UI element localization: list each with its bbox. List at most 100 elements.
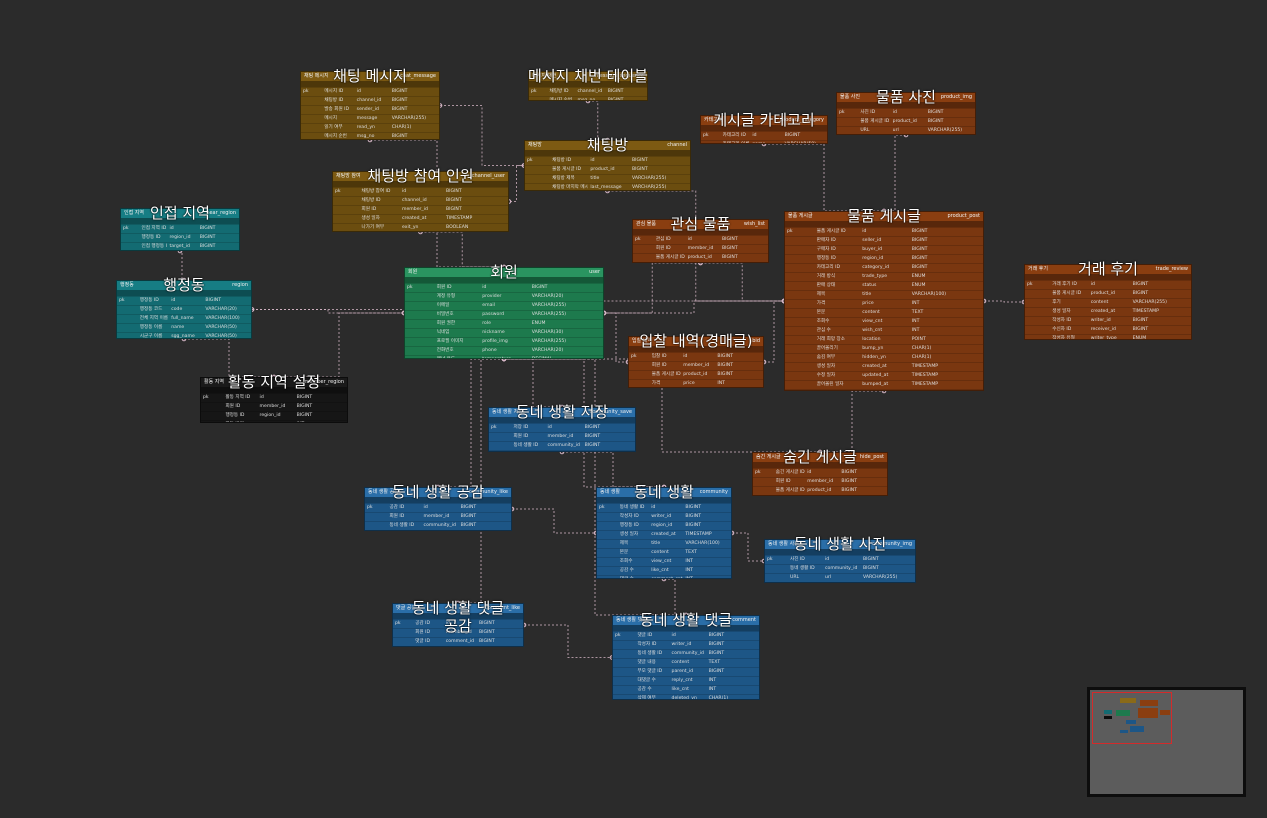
table-row[interactable]: 회원 권한 role ENUM: [405, 319, 603, 328]
table-row[interactable]: 회원 ID member_id BIGINT: [333, 205, 508, 214]
table-community[interactable]: 동네 생활 community pk 동네 생활 ID id BIGINT 작성자 ID wr…: [596, 487, 732, 579]
table-bid[interactable]: 입찰 내역 bid pk 입찰 ID id BIGINT 회원 ID member_id BIG…: [628, 336, 764, 388]
table-header[interactable]: 채팅 메시지 chat_message: [301, 72, 439, 81]
table-row[interactable]: 행정동 이름 name VARCHAR(50): [117, 323, 251, 332]
table-row[interactable]: 본문 content TEXT: [597, 548, 731, 557]
table-header[interactable]: 카테고리 product_category: [701, 116, 827, 125]
table-row[interactable]: 숨김 여부 hidden_yn CHAR(1): [785, 353, 983, 362]
table-header[interactable]: 인접 지역 near_region: [121, 209, 239, 218]
table-row[interactable]: 발송 회원 ID sender_id BIGINT: [301, 105, 439, 114]
table-row[interactable]: URL url VARCHAR(255): [765, 573, 915, 582]
table-row[interactable]: 생성 일자created_atTIMESTAMP: [489, 450, 635, 451]
table-row[interactable]: 생성 일자created_atTIMESTAMP: [785, 362, 983, 371]
table-row[interactable]: pk 사진 ID id BIGINT: [837, 108, 975, 117]
table-row[interactable]: 생성 일자created_atTIMESTAMP: [333, 214, 508, 223]
table-row[interactable]: 삭제 여부deleted_ynCHAR(1): [785, 389, 983, 390]
table-header[interactable]: 관심 물품 wish_list: [633, 220, 768, 229]
table-header[interactable]: 동네 생활 사진 community_img: [765, 540, 915, 549]
table-row[interactable]: pk 공감 ID id BIGINT: [393, 619, 523, 628]
table-row[interactable]: 채팅방 제목 title VARCHAR(255): [525, 174, 690, 183]
relationship-link[interactable]: [984, 300, 1024, 303]
table-row[interactable]: pk 공감 ID id BIGINT: [365, 503, 511, 512]
relationship-link[interactable]: [512, 508, 596, 534]
table-row[interactable]: 동네 생활 ID community_id BIGINT: [489, 441, 635, 450]
table-row[interactable]: 후기 content VARCHAR(255): [1025, 298, 1191, 307]
table-row[interactable]: 물품 게시글 ID product_id BIGINT: [1025, 289, 1191, 298]
table-region[interactable]: 행정동 region pk 행정동 ID id BIGINT 행정동 코드 code VARCH…: [116, 280, 252, 339]
table-row[interactable]: 행정동 코드 code VARCHAR(20): [117, 305, 251, 314]
table-row[interactable]: 전화번호 phone VARCHAR(20): [405, 346, 603, 355]
table-row[interactable]: 계정 유형 provider VARCHAR(20): [405, 292, 603, 301]
table-header[interactable]: 댓글 공감 comment_like: [393, 604, 523, 613]
table-row[interactable]: pk 카테고리 ID id BIGINT: [701, 131, 827, 140]
table-row[interactable]: pk 회원 ID id BIGINT: [405, 283, 603, 292]
relationship-link[interactable]: [252, 309, 404, 314]
table-row[interactable]: pk 저장 ID id BIGINT: [489, 423, 635, 432]
table-community-save[interactable]: 동네 생활 저장 community_save pk 저장 ID id BIGINT 회원 …: [488, 407, 636, 452]
table-row[interactable]: 생성 일자created_atTIMESTAMP: [597, 530, 731, 539]
table-row[interactable]: 매너 온도temperatureDECIMAL: [405, 355, 603, 358]
table-row[interactable]: 가격 price INT: [785, 299, 983, 308]
table-row[interactable]: 활동 범위rangeINT: [201, 420, 347, 422]
table-row[interactable]: 가격 price INT: [629, 379, 763, 387]
relationship-link[interactable]: [562, 451, 664, 488]
table-header[interactable]: 동네 생활 저장 community_save: [489, 408, 635, 417]
table-row[interactable]: 생성 일자created_atTIMESTAMP: [765, 582, 915, 583]
table-header[interactable]: 동네 생활 댓글 comment: [613, 616, 759, 625]
relationship-link[interactable]: [884, 134, 906, 212]
relationship-link[interactable]: [274, 312, 404, 378]
table-row[interactable]: 회원 ID member_id BIGINT: [489, 432, 635, 441]
table-row[interactable]: 끌어올린 일자 bumped_at TIMESTAMP: [785, 380, 983, 389]
table-row[interactable]: 회원 ID member_id BIGINT: [201, 402, 347, 411]
table-row[interactable]: 제목 title VARCHAR(100): [597, 539, 731, 548]
table-row[interactable]: 동네 생활 ID community_id BIGINT: [365, 521, 511, 530]
table-header[interactable]: 동네 생활 community: [597, 488, 731, 497]
table-row[interactable]: 수정 일자 updated_at TIMESTAMP: [785, 371, 983, 380]
relationship-link[interactable]: [820, 390, 884, 453]
table-row[interactable]: 회원 ID member_id BIGINT: [365, 512, 511, 521]
relationship-link[interactable]: [588, 100, 608, 141]
table-row[interactable]: pk 물품 게시글 ID id BIGINT: [785, 227, 983, 236]
table-row[interactable]: pk 숨긴 게시글 ID id BIGINT: [753, 468, 887, 477]
table-header[interactable]: 거래 후기 trade_review: [1025, 265, 1191, 274]
table-row[interactable]: 생성 일자created_atTIMESTAMP: [633, 262, 768, 263]
table-row[interactable]: 메시지 순번 msg_no BIGINT: [301, 132, 439, 139]
relationship-link[interactable]: [184, 338, 274, 378]
table-row[interactable]: pk 댓글 ID id BIGINT: [613, 631, 759, 640]
table-header[interactable]: 행정동 region: [117, 281, 251, 290]
table-header[interactable]: 물품 게시글 product_post: [785, 212, 983, 221]
table-row[interactable]: 작성자 ID writer_id BIGINT: [597, 512, 731, 521]
table-row[interactable]: 회원 ID member_id BIGINT: [393, 628, 523, 637]
table-header[interactable]: 채팅방 channel: [525, 141, 690, 150]
table-row[interactable]: 메시지 message VARCHAR(255): [301, 114, 439, 123]
table-channel[interactable]: 채팅방 channel pk 채팅방 ID id BIGINT 물품 게시글 ID produ…: [524, 140, 691, 191]
table-row[interactable]: 닉네임 nickname VARCHAR(30): [405, 328, 603, 337]
table-row[interactable]: 생성 일자created_atTIMESTAMP: [393, 646, 523, 647]
table-row[interactable]: 물품 게시글 ID product_id BIGINT: [753, 486, 887, 495]
table-row[interactable]: URL url VARCHAR(255): [837, 126, 975, 134]
table-row[interactable]: 나가기 여부 exit_yn BOOLEAN: [333, 223, 508, 231]
table-row[interactable]: pk 채팅방 참여 ID id BIGINT: [333, 187, 508, 196]
table-row[interactable]: pk 인접 지역 ID id BIGINT: [121, 224, 239, 233]
table-row[interactable]: pk 거래 후기 ID id BIGINT: [1025, 280, 1191, 289]
relationship-link[interactable]: [700, 262, 785, 302]
table-row[interactable]: pk 사진 ID id BIGINT: [765, 555, 915, 564]
table-row[interactable]: 구매자 ID buyer_id BIGINT: [785, 245, 983, 254]
table-channel-user[interactable]: 채팅방 참여 channel_user pk 채팅방 참여 ID id BIGINT 채팅방…: [332, 171, 509, 232]
table-row[interactable]: 생성 일자created_atTIMESTAMP: [365, 530, 511, 531]
table-product-img[interactable]: 물품 사진 product_img pk 사진 ID id BIGINT 물품 게시글 ID…: [836, 92, 976, 135]
table-row[interactable]: 생성 일자created_atTIMESTAMP: [753, 495, 887, 496]
table-row[interactable]: pk 채팅방 ID channel_id BIGINT: [529, 87, 647, 96]
minimap[interactable]: [1087, 687, 1246, 797]
table-trade-review[interactable]: 거래 후기 trade_review pk 거래 후기 ID id BIGINT 물품 게시…: [1024, 264, 1192, 340]
table-row[interactable]: 작성자 유형 writer_type ENUM: [1025, 334, 1191, 339]
relationship-link[interactable]: [420, 231, 505, 268]
table-hide-post[interactable]: 숨긴 게시글 hide_post pk 숨긴 게시글 ID id BIGINT 회원 ID m…: [752, 452, 888, 496]
table-member[interactable]: 회원 user pk 회원 ID id BIGINT 계정 유형 provider VARCHA…: [404, 267, 604, 359]
table-product-category[interactable]: 카테고리 product_categorypk 카테고리 ID id BIGINT 카테고…: [700, 115, 828, 144]
table-row[interactable]: pk 활동 지역 ID id BIGINT: [201, 393, 347, 402]
table-row[interactable]: 읽기 여부 read_yn CHAR(1): [301, 123, 439, 132]
relationship-link[interactable]: [764, 300, 784, 363]
table-row[interactable]: 작성자 ID writer_id BIGINT: [1025, 316, 1191, 325]
table-community-img[interactable]: 동네 생활 사진 community_img pk 사진 ID id BIGINT 동네 생…: [764, 539, 916, 583]
